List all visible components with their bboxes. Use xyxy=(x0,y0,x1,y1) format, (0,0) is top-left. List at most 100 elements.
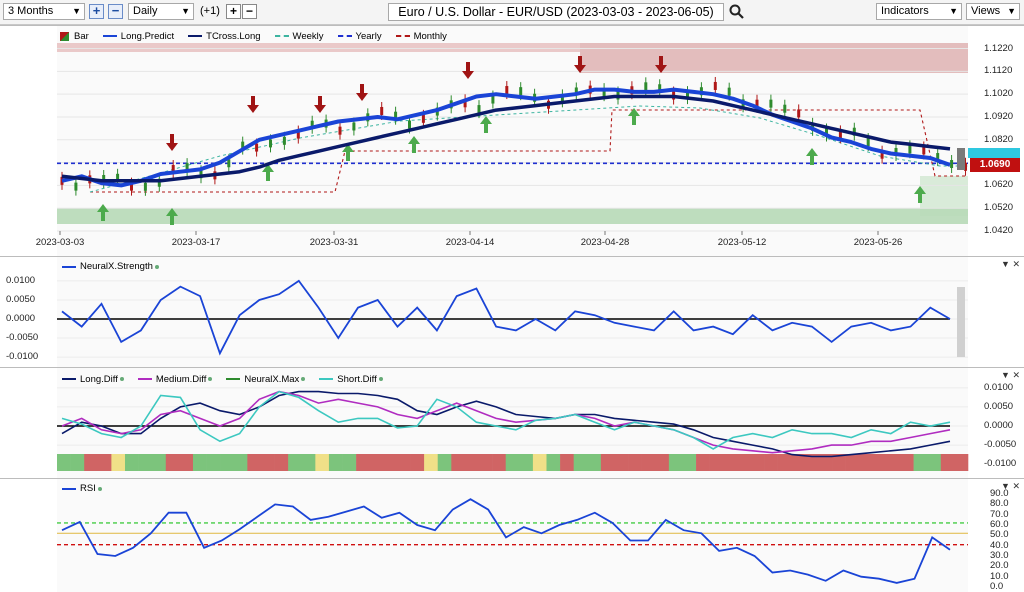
current-price-tag: 1.0690 xyxy=(970,158,1020,172)
legend-swatch xyxy=(274,35,289,37)
legend-item[interactable]: Medium.Diff xyxy=(137,372,213,386)
period-value: 3 Months xyxy=(8,5,54,17)
neuralx-max-band xyxy=(750,454,765,471)
neuralx-max-band xyxy=(900,454,914,471)
strength-tick-label: 0.0050 xyxy=(6,293,36,305)
price-bar-body xyxy=(727,87,731,96)
price-bar-body xyxy=(797,109,801,118)
panel-controls[interactable]: ▼ ✕ xyxy=(1001,370,1020,381)
instrument-title[interactable]: Euro / U.S. Dollar - EUR/USD (2023-03-03… xyxy=(388,3,724,21)
strength-tick-label: -0.0100 xyxy=(6,351,39,363)
date-tick-label: 2023-03-31 xyxy=(309,237,359,248)
diff-panel: Long.Diff Medium.Diff NeuralX.Max Short.Dif… xyxy=(0,367,1024,478)
date-tick-label: 2023-05-26 xyxy=(853,237,903,248)
price-tick-label: 1.0620 xyxy=(984,179,1014,191)
legend-item[interactable]: TCross.Long xyxy=(188,29,261,43)
legend-dot xyxy=(378,377,383,381)
neuralx-max-band xyxy=(478,454,493,471)
chevron-down-icon: ▼ xyxy=(181,6,190,16)
date-tick-label: 2023-05-12 xyxy=(717,237,767,248)
neuralx-max-band xyxy=(573,454,588,471)
rsi-chart[interactable] xyxy=(0,479,1024,592)
offset-plus-button[interactable]: + xyxy=(226,4,241,19)
interval-select[interactable]: Daily ▼ xyxy=(128,3,194,20)
neuralx-max-band xyxy=(57,454,71,471)
price-bar-body xyxy=(477,105,481,114)
legend-item[interactable]: Bar xyxy=(60,29,89,43)
neuralx-max-band xyxy=(696,454,710,471)
neuralx-max-band xyxy=(70,454,85,471)
resistance-zone xyxy=(580,43,968,73)
price-bar-body xyxy=(143,182,147,191)
legend-swatch xyxy=(137,378,152,380)
offset-label: (+1) xyxy=(200,5,220,17)
legend-item[interactable]: NeuralX.Max xyxy=(226,372,306,386)
neuralx-max-band xyxy=(356,454,371,471)
legend-swatch xyxy=(62,378,76,380)
neuralx-max-band xyxy=(233,454,248,471)
indicators-button[interactable]: Indicators ▼ xyxy=(876,3,962,20)
date-tick-label: 2023-03-03 xyxy=(35,237,85,248)
period-select[interactable]: 3 Months ▼ xyxy=(3,3,85,20)
search-icon[interactable] xyxy=(729,4,745,20)
price-bar-body xyxy=(74,182,78,191)
interval-value: Daily xyxy=(133,5,158,17)
neuralx-max-band xyxy=(723,454,738,471)
rsi-tick-label: 0.0 xyxy=(990,581,1004,592)
chart-toolbar: 3 Months ▼ + − Daily ▼ (+1) + − Euro / U.S… xyxy=(0,0,1024,25)
price-bar-body xyxy=(408,120,411,129)
legend-item[interactable]: Weekly xyxy=(274,29,324,43)
neuralx-max-band xyxy=(628,454,642,471)
legend-label: NeuralX.Strength xyxy=(80,261,153,272)
panel-controls[interactable]: ▼ ✕ xyxy=(1001,481,1020,492)
price-bar-body xyxy=(491,95,495,104)
scroll-indicator xyxy=(957,287,965,357)
neuralx-max-band xyxy=(437,454,452,471)
strength-panel: NeuralX.Strength 0.0100 0.0050 0.0000 -0.00… xyxy=(0,256,1024,367)
views-label: Views xyxy=(971,5,1001,17)
strength-tick-label: -0.0050 xyxy=(6,332,39,344)
legend-dot xyxy=(154,264,159,269)
price-tick-label: 1.0820 xyxy=(984,133,1014,145)
views-button[interactable]: Views ▼ xyxy=(966,3,1020,20)
diff-tick-label: 0.0000 xyxy=(984,420,1014,431)
neuralx-max-band xyxy=(451,454,466,471)
neuralx-max-band xyxy=(288,454,303,471)
price-bar-body xyxy=(713,81,717,90)
neuralx-max-band xyxy=(872,454,887,471)
neuralx-max-band xyxy=(560,454,574,471)
neuralx-max-band xyxy=(192,454,207,471)
neuralx-max-band xyxy=(913,454,928,471)
legend-item[interactable]: Yearly xyxy=(337,29,382,43)
neuralx-max-band xyxy=(247,454,262,471)
legend-label: TCross.Long xyxy=(206,30,261,42)
price-bar-body xyxy=(950,160,954,169)
panel-controls[interactable]: ▼ ✕ xyxy=(1001,259,1020,270)
zoom-out-button[interactable]: − xyxy=(108,4,123,19)
strength-chart[interactable] xyxy=(0,257,1024,367)
price-bar-body xyxy=(269,139,272,148)
neuralx-max-band xyxy=(492,454,507,471)
neuralx-max-band xyxy=(260,454,275,471)
zoom-in-button[interactable]: + xyxy=(89,4,104,19)
legend-item[interactable]: Monthly xyxy=(395,29,447,43)
neuralx-max-band xyxy=(220,454,235,471)
price-tick-label: 1.1020 xyxy=(984,88,1014,100)
legend-item[interactable]: Long.Diff xyxy=(62,372,124,386)
price-bar-body xyxy=(908,145,912,154)
legend-label: Long.Diff xyxy=(80,373,118,385)
legend-dot xyxy=(208,377,213,381)
neuralx-max-band xyxy=(791,454,806,471)
price-bar-body xyxy=(255,143,259,152)
date-tick-label: 2023-04-28 xyxy=(580,237,630,248)
price-chart[interactable] xyxy=(0,26,1024,256)
neuralx-max-band xyxy=(709,454,724,471)
diff-legend: Long.Diff Medium.Diff NeuralX.Max Short.Dif… xyxy=(62,372,383,386)
legend-item[interactable]: Long.Predict xyxy=(102,29,174,43)
price-tick-label: 1.1220 xyxy=(984,42,1014,54)
neuralx-max-band xyxy=(111,454,126,471)
legend-item[interactable]: Short.Diff xyxy=(319,372,383,386)
neuralx-max-band xyxy=(315,454,330,471)
legend-label: RSI xyxy=(80,483,96,494)
offset-minus-button[interactable]: − xyxy=(242,4,257,19)
